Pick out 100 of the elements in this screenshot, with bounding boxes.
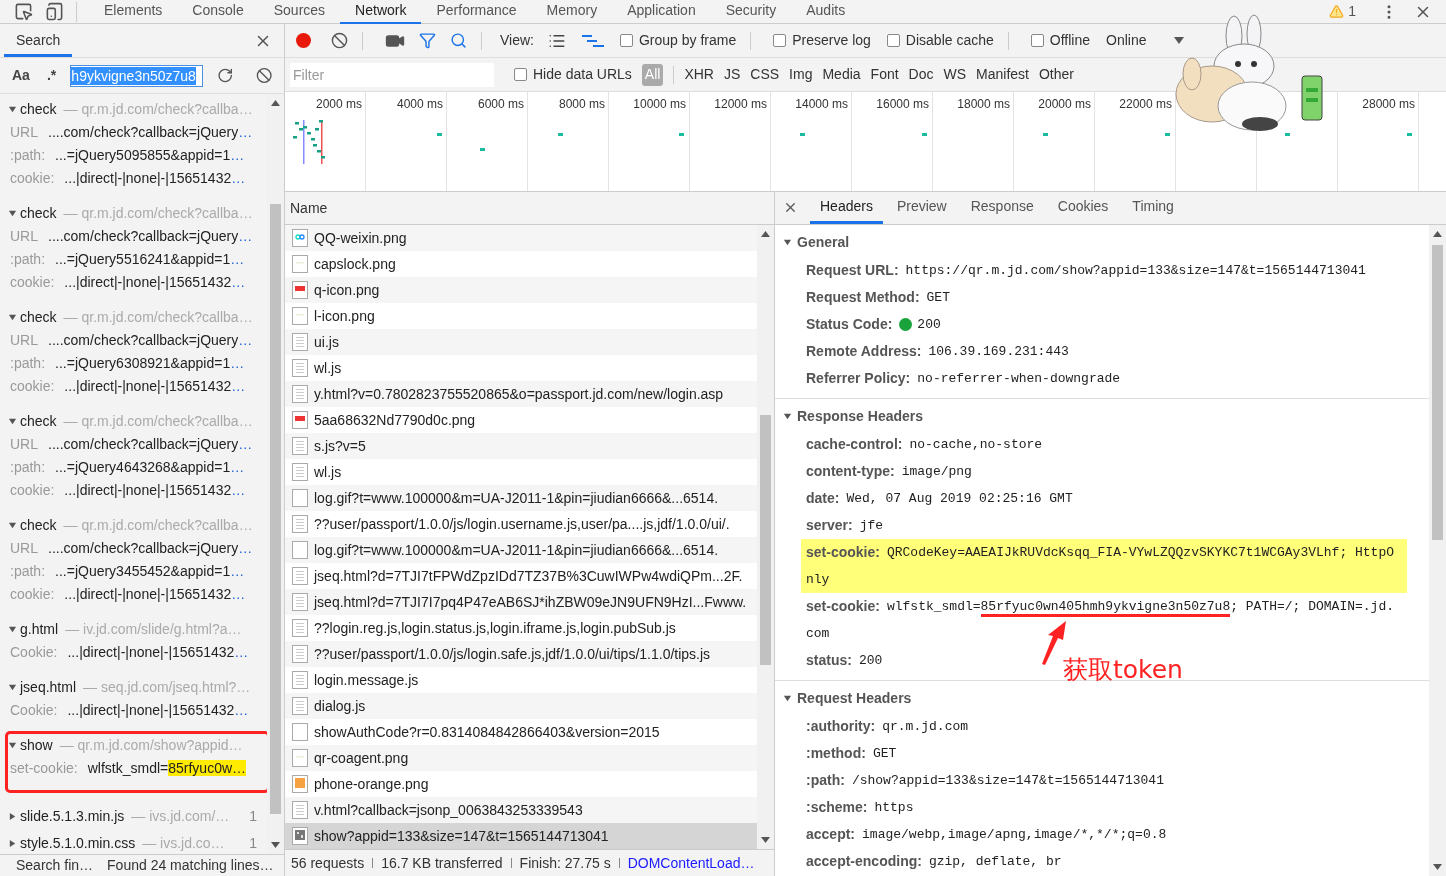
match-line[interactable]: ....com/check?callback=jQuery… (48, 330, 253, 351)
result-file-name[interactable]: show (20, 735, 53, 756)
dom-content-loaded-link[interactable]: DOMContentLoad… (627, 852, 755, 874)
warning-count[interactable]: 1 (1348, 1, 1356, 22)
match-line[interactable]: ...|direct|-|none|-|15651432… (64, 272, 246, 293)
scrollbar-thumb[interactable] (270, 204, 281, 814)
detail-tab[interactable]: Headers (810, 192, 883, 224)
scrollbar[interactable] (757, 225, 774, 849)
result-file-name[interactable]: check (20, 411, 57, 432)
result-file-name[interactable]: g.html (20, 619, 59, 640)
expand-triangle-icon[interactable] (8, 313, 17, 322)
expand-triangle-icon[interactable] (8, 625, 17, 634)
expand-triangle-icon[interactable] (783, 411, 792, 421)
request-row[interactable]: dialog.js (285, 693, 757, 719)
scroll-down-icon[interactable] (271, 842, 280, 848)
type-filter[interactable]: Manifest (976, 63, 1029, 86)
throttling-dropdown[interactable]: Online (1106, 30, 1185, 51)
expand-triangle-icon[interactable] (8, 683, 17, 692)
panel-tab[interactable]: Application (612, 0, 711, 24)
scroll-up-icon[interactable] (1433, 231, 1442, 237)
expand-triangle-icon[interactable] (8, 105, 17, 114)
request-row[interactable]: log.gif?t=www.100000&m=UA-J2011-1&pin=jiudian6666&...6514. (285, 485, 757, 511)
checkbox-option[interactable]: Hide data URLs (514, 64, 632, 85)
request-row[interactable]: log.gif?t=www.100000&m=UA-J2011-1&pin=jiudian6666&...6514. (285, 537, 757, 563)
checkbox-option[interactable]: Group by frame (620, 30, 737, 51)
refresh-icon[interactable] (217, 67, 234, 84)
type-filter[interactable]: XHR (684, 63, 714, 86)
match-line[interactable]: ...=jQuery3455452&appid=1… (55, 561, 245, 582)
type-filter[interactable]: Other (1039, 63, 1074, 86)
close-icon[interactable] (783, 200, 798, 215)
search-tab[interactable]: Search (4, 26, 73, 57)
detail-tab[interactable]: Response (960, 192, 1044, 224)
match-line[interactable]: ....com/check?callback=jQuery… (48, 538, 253, 559)
column-header[interactable]: Name (290, 197, 328, 219)
request-row[interactable]: jseq.html?d=7TJI7I7pq4P47eAB6SJ*ihZBW09eJN9UFN9HzI...Fwww. (285, 589, 757, 615)
scroll-up-icon[interactable] (271, 100, 280, 106)
result-file-name[interactable]: jseq.html (20, 677, 77, 698)
filter-field[interactable]: Filter (290, 62, 494, 87)
request-row[interactable]: v.html?callback=jsonp_0063843253339543 (285, 797, 757, 823)
checkbox-option[interactable]: Disable cache (886, 30, 994, 51)
detail-tab[interactable]: Cookies (1047, 192, 1119, 224)
panel-tab[interactable]: Audits (791, 0, 861, 24)
expand-triangle-icon[interactable] (783, 237, 792, 247)
scrollbar-thumb[interactable] (760, 415, 771, 665)
checkbox-option[interactable]: Preserve log (773, 30, 871, 51)
checkbox-option[interactable]: Offline (1030, 30, 1090, 51)
type-filter[interactable]: WS (943, 63, 967, 86)
result-file-name[interactable]: style.5.1.0.min.css (20, 833, 136, 854)
panel-tab[interactable]: Performance (421, 0, 532, 24)
match-line[interactable]: ....com/check?callback=jQuery… (48, 122, 253, 143)
clear-icon[interactable] (331, 32, 348, 49)
dropdown-caret-icon[interactable] (1174, 37, 1185, 44)
match-case-toggle[interactable]: Aa (12, 65, 39, 86)
expand-triangle-icon[interactable] (8, 417, 17, 426)
expand-triangle-icon[interactable] (8, 812, 17, 821)
request-row[interactable]: QQ-weixin.png (285, 225, 757, 251)
match-line[interactable]: ...|direct|-|none|-|15651432… (64, 376, 246, 397)
search-icon[interactable] (450, 32, 467, 49)
scroll-up-icon[interactable] (761, 231, 770, 237)
device-icon[interactable] (45, 2, 64, 21)
match-line[interactable]: ...=jQuery5516241&appid=1… (55, 249, 245, 270)
checkbox[interactable] (1030, 34, 1044, 47)
match-line[interactable]: ...|direct|-|none|-|15651432… (67, 700, 249, 721)
type-filter[interactable]: CSS (750, 63, 780, 86)
clear-icon[interactable] (255, 67, 272, 84)
type-filter[interactable]: JS (723, 63, 741, 86)
expand-triangle-icon[interactable] (8, 521, 17, 530)
record-button[interactable] (296, 33, 311, 48)
request-row[interactable]: show?appid=133&size=147&t=1565144713041 (285, 823, 757, 849)
checkbox[interactable] (886, 34, 900, 47)
section-title[interactable]: General (797, 231, 850, 253)
scroll-down-icon[interactable] (761, 837, 770, 843)
match-line[interactable]: ...|direct|-|none|-|15651432… (64, 168, 246, 189)
inspect-icon[interactable] (14, 2, 33, 21)
match-line[interactable]: ...|direct|-|none|-|15651432… (64, 584, 246, 605)
type-filter[interactable]: Font (870, 63, 899, 86)
match-line[interactable]: ...|direct|-|none|-|15651432… (64, 480, 246, 501)
type-filter[interactable]: Img (789, 63, 813, 86)
type-filter[interactable]: Doc (908, 63, 934, 86)
scroll-down-icon[interactable] (1433, 864, 1442, 870)
request-row[interactable]: ui.js (285, 329, 757, 355)
request-row[interactable]: y.html?v=0.7802823755520865&o=passport.jd.com/new/login.asp (285, 381, 757, 407)
match-line[interactable]: ....com/check?callback=jQuery… (48, 434, 253, 455)
match-line[interactable]: wlfstk_smdl=85rfyuc0w… (87, 758, 247, 779)
request-row[interactable]: q-icon.png (285, 277, 757, 303)
panel-tab[interactable]: Elements (89, 0, 178, 24)
checkbox[interactable] (514, 68, 527, 81)
result-file-name[interactable]: check (20, 203, 57, 224)
expand-triangle-icon[interactable] (8, 839, 17, 848)
result-file-name[interactable]: check (20, 515, 57, 536)
panel-tab[interactable]: Memory (531, 0, 613, 24)
result-file-name[interactable]: slide.5.1.3.min.js (20, 806, 125, 827)
checkbox[interactable] (773, 34, 787, 47)
match-line[interactable]: ....com/check?callback=jQuery… (48, 226, 253, 247)
panel-tab[interactable]: Console (177, 0, 259, 24)
match-line[interactable]: ...=jQuery5095855&appid=1… (55, 145, 245, 166)
expand-triangle-icon[interactable] (8, 741, 17, 750)
expand-triangle-icon[interactable] (783, 693, 792, 703)
result-file-name[interactable]: check (20, 99, 57, 120)
panel-tab[interactable]: Security (710, 0, 792, 24)
